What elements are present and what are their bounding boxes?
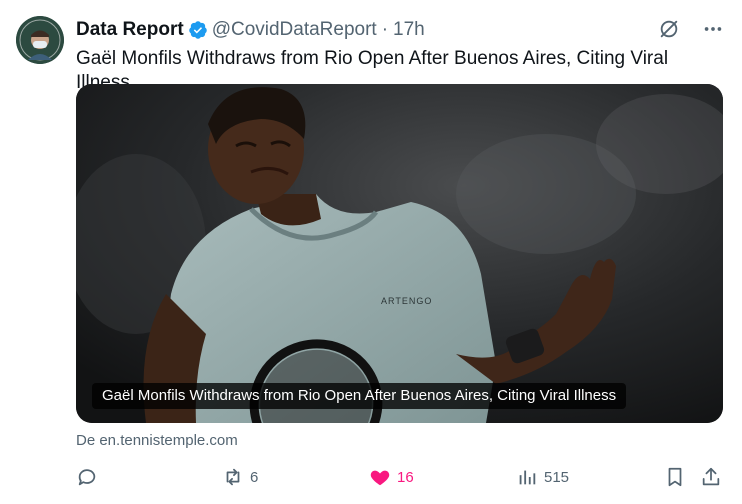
tweet-media-card[interactable]: ARTENGO Gaël Monfils Withdraws from Rio … [76,84,723,423]
reply-icon [78,469,96,486]
retweet-count: 6 [250,468,259,486]
avatar-image [16,16,64,64]
media-caption: Gaël Monfils Withdraws from Rio Open Aft… [92,383,627,409]
tweet-timestamp[interactable]: 17h [393,18,425,42]
avatar[interactable] [16,16,64,64]
share-button[interactable] [700,462,722,492]
more-options-icon[interactable] [700,16,726,42]
like-count: 16 [397,468,414,486]
like-button[interactable]: 16 [369,462,414,492]
header-actions [656,16,726,42]
author-display-name[interactable]: Data Report [76,18,184,42]
media-photo: ARTENGO [76,84,723,423]
retweet-icon [226,468,240,486]
tweet-header: Data Report @CovidDataReport · 17h [76,18,726,42]
share-icon [702,467,720,486]
shirt-brand-text: ARTENGO [381,296,432,306]
separator-dot: · [381,19,389,40]
bookmark-button[interactable] [664,462,686,492]
bookmark-icon [668,467,682,487]
views-button[interactable]: 515 [516,462,569,492]
verified-badge-icon [188,20,208,40]
views-count: 515 [544,468,570,486]
views-bar-chart-icon [519,470,536,485]
tweet-action-bar: 6 16 515 [76,462,726,492]
retweet-button[interactable]: 6 [222,462,258,492]
author-handle[interactable]: @CovidDataReport [212,18,377,42]
reply-button[interactable] [76,462,104,492]
heart-filled-icon [370,470,390,486]
link-source[interactable]: De en.tennistemple.com [76,432,238,449]
grok-icon[interactable] [656,16,682,42]
